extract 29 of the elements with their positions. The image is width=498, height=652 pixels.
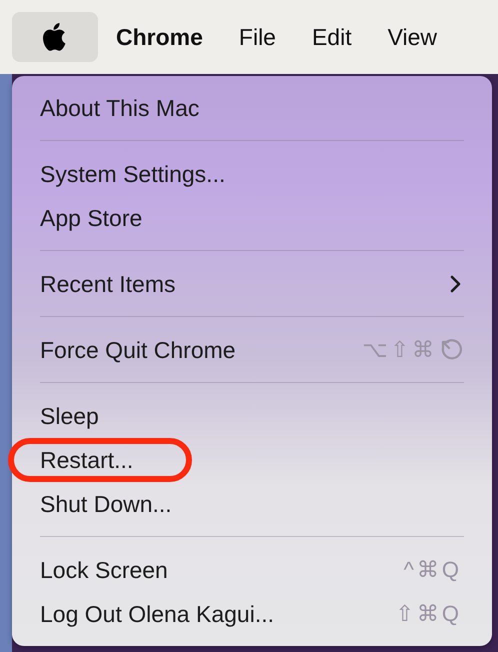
apple-menu-button[interactable] bbox=[12, 12, 98, 62]
menu-option-label: Restart... bbox=[40, 446, 134, 474]
menu-option-label: Shut Down... bbox=[40, 490, 172, 518]
menu-option-label: About This Mac bbox=[40, 94, 200, 122]
menu-option-label: App Store bbox=[40, 204, 142, 232]
menu-option-label: Recent Items bbox=[40, 270, 176, 298]
menu-item[interactable]: Edit bbox=[300, 24, 364, 50]
menu-option-label: System Settings... bbox=[40, 160, 226, 188]
menu-option[interactable]: Shut Down... bbox=[12, 482, 492, 526]
menu-option[interactable]: Lock Screen ^⌘Q bbox=[12, 548, 492, 592]
keyboard-shortcut: ⇧⌘Q bbox=[395, 601, 462, 627]
menu-option-label: Lock Screen bbox=[40, 556, 168, 584]
menu-option[interactable]: Sleep bbox=[12, 394, 492, 438]
keyboard-shortcut: ⌥⇧⌘ bbox=[362, 337, 437, 363]
menu-option[interactable]: About This Mac bbox=[12, 86, 492, 130]
menu-option[interactable]: Restart... bbox=[12, 438, 492, 482]
apple-logo-icon bbox=[43, 23, 67, 51]
menu-item[interactable]: View bbox=[376, 24, 450, 50]
menu-option-label: Force Quit Chrome bbox=[40, 336, 236, 364]
menu-item[interactable]: File bbox=[226, 24, 288, 50]
app-menu[interactable]: Chrome bbox=[104, 24, 215, 50]
menu-option[interactable]: Recent Items bbox=[12, 262, 492, 306]
menu-option-label: Sleep bbox=[40, 402, 99, 430]
menu-option-label: Log Out Olena Kagui... bbox=[40, 600, 274, 628]
menu-option[interactable]: Force Quit Chrome ⌥⇧⌘ bbox=[12, 328, 492, 372]
menu-option[interactable]: Log Out Olena Kagui... ⇧⌘Q bbox=[12, 592, 492, 636]
menu-option[interactable]: System Settings... bbox=[12, 152, 492, 196]
keyboard-shortcut: ^⌘Q bbox=[404, 557, 462, 583]
menu-option[interactable]: App Store bbox=[12, 196, 492, 240]
